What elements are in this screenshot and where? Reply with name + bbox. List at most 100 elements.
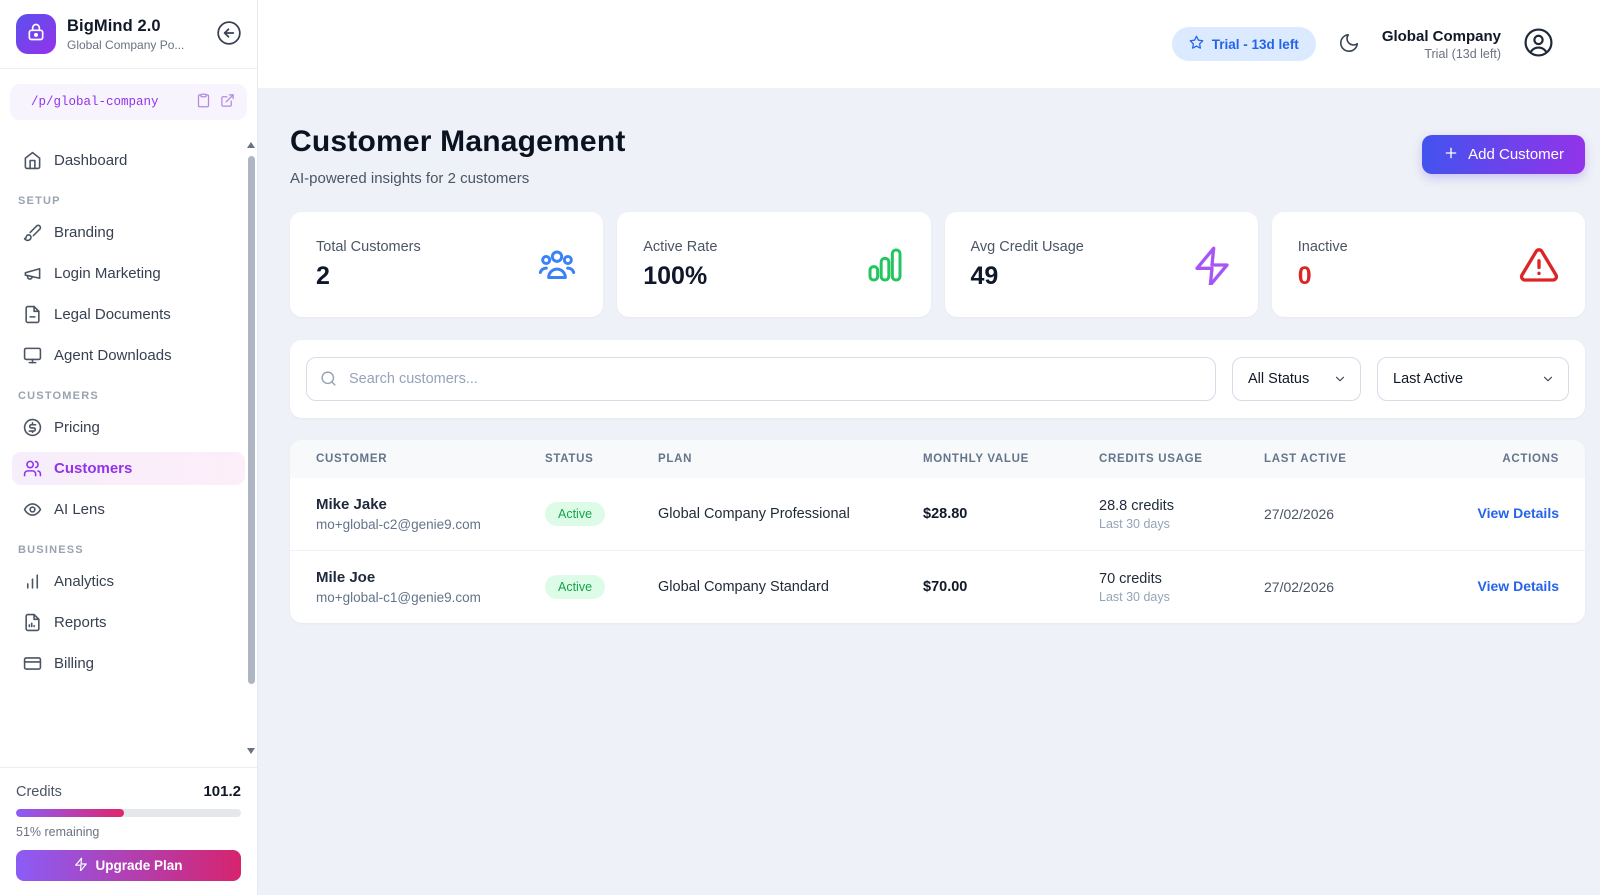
upgrade-plan-button[interactable]: Upgrade Plan (16, 850, 241, 881)
chevron-down-icon (1541, 372, 1555, 386)
credits-value: 101.2 (203, 783, 241, 800)
scroll-down-arrow[interactable] (247, 748, 255, 754)
search-input[interactable] (306, 357, 1216, 401)
account-status: Trial (13d left) (1424, 46, 1501, 61)
divider (0, 68, 257, 69)
sidebar-item-ai-lens[interactable]: AI Lens (12, 493, 245, 526)
plan-name: Global Company Professional (658, 506, 850, 522)
sidebar-item-legal-documents[interactable]: Legal Documents (12, 298, 245, 331)
arrow-left-circle-icon (216, 21, 242, 49)
bar-chart-icon (23, 572, 42, 591)
sidebar-item-label: Dashboard (54, 152, 128, 169)
table-row-mile-joe: Mile Joe mo+global-c1@genie9.com Active Glo… (290, 550, 1585, 623)
sidebar-scrollbar[interactable] (247, 142, 256, 754)
credits-usage-period: Last 30 days (1099, 589, 1170, 604)
page-subtitle: AI-powered insights for 2 customers (290, 170, 530, 187)
brand-logo (16, 14, 56, 54)
account-name: Global Company (1381, 27, 1501, 45)
column-header-customer: CUSTOMER (316, 453, 388, 465)
column-header-monthly-value: MONTHLY VALUE (923, 453, 1030, 465)
sidebar-item-label: Legal Documents (54, 306, 171, 323)
credits-remaining: 51% remaining (16, 825, 100, 839)
portal-link-pill[interactable]: /p/global-company (10, 84, 247, 120)
brand-name: BigMind 2.0 (67, 16, 161, 35)
users-icon (23, 459, 42, 478)
sidebar-item-dashboard[interactable]: Dashboard (12, 144, 245, 177)
credit-card-icon (23, 654, 42, 673)
star-icon (1189, 35, 1204, 53)
monitor-icon (23, 346, 42, 365)
credits-label: Credits (16, 784, 62, 800)
sidebar-item-agent-downloads[interactable]: Agent Downloads (12, 339, 245, 372)
copy-link-button[interactable] (196, 93, 211, 111)
sidebar-item-label: Branding (54, 224, 115, 241)
open-link-button[interactable] (220, 93, 235, 111)
sidebar-item-billing[interactable]: Billing (12, 647, 245, 680)
plan-name: Global Company Standard (658, 579, 829, 595)
dark-mode-toggle[interactable] (1338, 32, 1360, 57)
credits-usage: 70 credits (1099, 570, 1162, 587)
credits-progress-track (16, 809, 241, 817)
stat-label: Inactive (1297, 238, 1348, 255)
monthly-value: $28.80 (923, 506, 968, 522)
sidebar-item-label: Pricing (54, 419, 100, 436)
collapse-sidebar-button[interactable] (215, 20, 243, 48)
plus-icon (1443, 145, 1459, 165)
stat-label: Avg Credit Usage (970, 238, 1084, 255)
sidebar-item-label: Analytics (54, 573, 115, 590)
nav-section-label-customers: CUSTOMERS (18, 390, 99, 402)
stat-value: 49 (970, 261, 999, 290)
search-icon (320, 370, 337, 387)
stat-card-inactive: Inactive 0 (1271, 212, 1585, 317)
status-filter-select[interactable]: All Status (1232, 357, 1361, 401)
last-active-date: 27/02/2026 (1264, 506, 1335, 522)
credits-footer: Credits 101.2 51% remaining Upgrade Plan (0, 767, 257, 895)
sidebar-item-label: Agent Downloads (54, 347, 172, 364)
add-customer-button[interactable]: Add Customer (1422, 135, 1585, 174)
app-root: BigMind 2.0 Global Company Po... /p/glob… (0, 0, 1600, 895)
status-badge: Active (545, 575, 606, 599)
file-text-icon (23, 305, 42, 324)
add-customer-label: Add Customer (1468, 146, 1564, 163)
eye-icon (23, 500, 42, 519)
credits-usage: 28.8 credits (1099, 497, 1174, 514)
view-details-link[interactable]: View Details (1478, 578, 1559, 594)
view-details-link[interactable]: View Details (1478, 505, 1559, 521)
table-body: Mike Jake mo+global-c2@genie9.com Active Gl… (290, 478, 1585, 623)
sidebar-item-analytics[interactable]: Analytics (12, 565, 245, 598)
sidebar-item-label: Billing (54, 655, 95, 672)
topbar: Trial - 13d left Global Company Trial (1… (258, 0, 1600, 88)
sidebar-item-reports[interactable]: Reports (12, 606, 245, 639)
column-header-actions: ACTIONS (1502, 453, 1559, 465)
stat-label: Active Rate (643, 238, 718, 255)
brand-subtitle: Global Company Po... (67, 37, 185, 52)
sidebar-item-login-marketing[interactable]: Login Marketing (12, 257, 245, 290)
sidebar-item-pricing[interactable]: Pricing (12, 411, 245, 444)
sort-filter-select[interactable]: Last Active (1377, 357, 1569, 401)
sidebar-item-label: Customers (54, 460, 133, 477)
page-title: Customer Management (290, 125, 626, 158)
alert-triangle-icon (1519, 245, 1559, 285)
brand-text: BigMind 2.0 Global Company Po... (67, 17, 204, 52)
customer-name: Mile Joe (316, 569, 376, 586)
file-chart-icon (23, 613, 42, 632)
table-header-row: CUSTOMER STATUS PLAN MONTHLY VALUE CREDITS U… (290, 440, 1585, 478)
sidebar-item-customers[interactable]: Customers (12, 452, 245, 485)
nav-section-label-business: BUSINESS (18, 544, 84, 556)
table-row-mike-jake: Mike Jake mo+global-c2@genie9.com Active Gl… (290, 478, 1585, 550)
zap-icon (1192, 245, 1232, 285)
last-active-date: 27/02/2026 (1264, 579, 1335, 595)
sidebar: BigMind 2.0 Global Company Po... /p/glob… (0, 0, 258, 895)
page-content: Customer Management AI-powered insights … (258, 88, 1600, 895)
external-link-icon (220, 93, 235, 111)
stat-card-total-customers: Total Customers 2 (290, 212, 604, 317)
moon-icon (1338, 32, 1360, 57)
scrollbar-thumb[interactable] (248, 156, 255, 684)
users-group-icon (537, 245, 577, 285)
user-menu-button[interactable] (1523, 27, 1554, 61)
customer-name: Mike Jake (316, 496, 387, 513)
scroll-up-arrow[interactable] (247, 142, 255, 148)
stat-value: 2 (316, 261, 330, 290)
sidebar-item-branding[interactable]: Branding (12, 216, 245, 249)
stat-card-avg-credit-usage: Avg Credit Usage 49 (944, 212, 1258, 317)
